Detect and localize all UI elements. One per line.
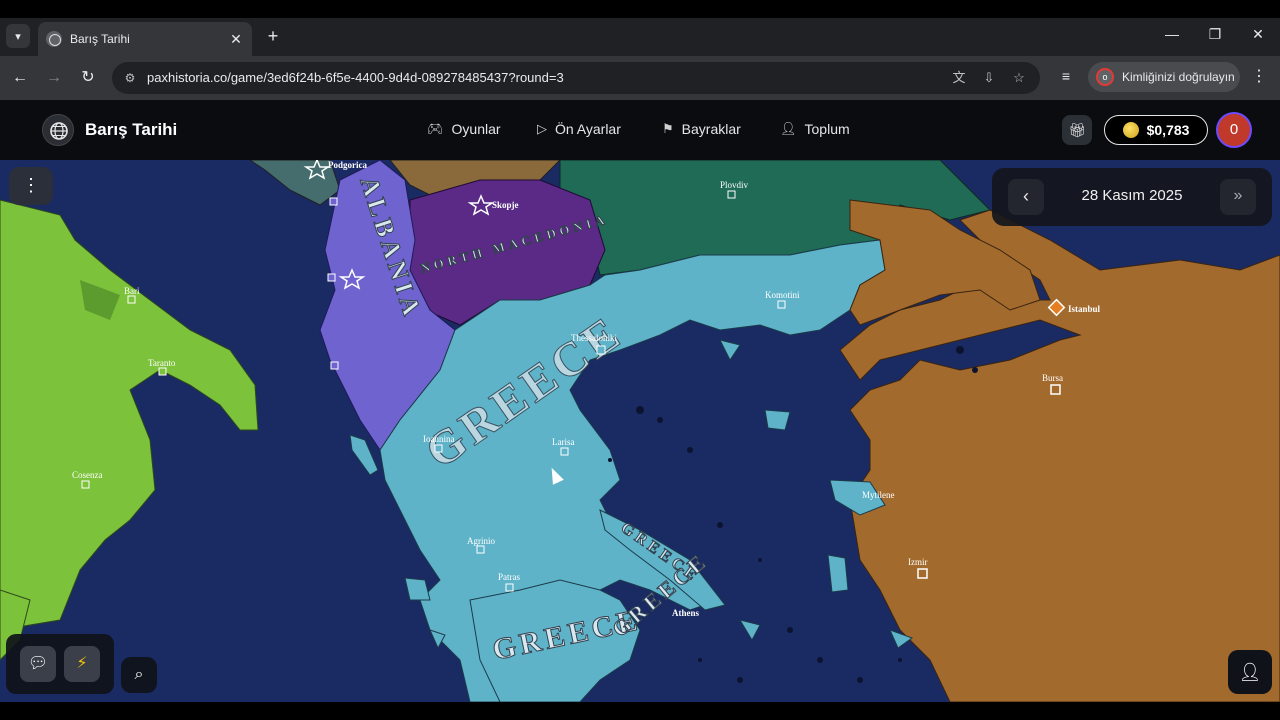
profile-avatar-icon: o bbox=[1096, 68, 1114, 86]
city-larisa: Larisa bbox=[552, 437, 575, 447]
media-queue-icon[interactable]: ≡ bbox=[1056, 68, 1076, 84]
city-cosenza: Cosenza bbox=[72, 470, 103, 480]
map-menu-icon[interactable]: ⋮ bbox=[9, 167, 53, 205]
nav-flags[interactable]: ⚑ Bayraklar bbox=[662, 121, 741, 137]
minimize-icon[interactable]: — bbox=[1160, 26, 1184, 42]
translate-icon[interactable]: 文 bbox=[949, 68, 969, 88]
city-ioannina: Ioannina bbox=[423, 434, 455, 444]
gift-icon[interactable]: 🎁︎ bbox=[1062, 115, 1092, 145]
nav-presets-label: Ön Ayarlar bbox=[555, 121, 621, 137]
chat-icon[interactable]: 💬︎ bbox=[20, 646, 56, 682]
browser-tabstrip: ▾ Barış Tarihi ✕ + — ❐ ✕ bbox=[0, 18, 1280, 56]
lightning-icon[interactable]: ⚡︎ bbox=[64, 646, 100, 682]
tab-title: Barış Tarihi bbox=[70, 32, 130, 46]
close-tab-icon[interactable]: ✕ bbox=[228, 31, 244, 48]
screen: ▾ Barış Tarihi ✕ + — ❐ ✕ ← → ↻ ⚙ paxhist… bbox=[0, 0, 1280, 720]
coin-icon bbox=[1122, 122, 1139, 138]
nav-games[interactable]: 🎮︎ Oyunlar bbox=[427, 121, 501, 137]
back-icon[interactable]: ← bbox=[8, 66, 32, 90]
nav-presets[interactable]: ▷ Ön Ayarlar bbox=[537, 121, 621, 137]
user-avatar-button[interactable]: 0 bbox=[1216, 112, 1252, 148]
balance-amount: $0,783 bbox=[1146, 122, 1190, 138]
city-agrinio: Agrinio bbox=[467, 536, 495, 546]
browser-toolbar: ← → ↻ ⚙ paxhistoria.co/game/3ed6f24b-6f5… bbox=[0, 56, 1280, 100]
nav-games-label: Oyunlar bbox=[451, 121, 501, 137]
people-icon[interactable]: 👤︎ bbox=[1228, 650, 1272, 694]
profile-label: Kimliğinizi doğrulayın bbox=[1122, 70, 1235, 84]
bookmark-star-icon[interactable]: ☆ bbox=[1009, 68, 1029, 88]
chios-island bbox=[827, 554, 849, 593]
bottom-toolbar: 💬︎ ⚡︎ bbox=[6, 634, 114, 694]
city-mytilene: Mytilene bbox=[862, 490, 895, 500]
city-bari: Bari bbox=[124, 286, 140, 296]
profile-button[interactable]: o Kimliğinizi doğrulayın bbox=[1088, 62, 1240, 92]
globe-logo-icon[interactable] bbox=[42, 114, 74, 146]
search-icon[interactable]: ⌕ bbox=[121, 657, 157, 693]
city-plovdiv: Plovdiv bbox=[720, 180, 749, 190]
date-panel: ‹ 28 Kasım 2025 » bbox=[992, 168, 1272, 226]
city-izmir: Izmir bbox=[908, 557, 928, 567]
site-info-icon[interactable]: ⚙ bbox=[120, 68, 140, 88]
install-app-icon[interactable]: ⇩ bbox=[979, 68, 999, 88]
capital-istanbul: Istanbul bbox=[1068, 304, 1101, 314]
new-tab-icon[interactable]: + bbox=[262, 26, 284, 48]
balance-pill[interactable]: $0,783 bbox=[1104, 115, 1208, 145]
play-icon: ▷ bbox=[537, 121, 547, 136]
tab-search-icon[interactable]: ▾ bbox=[6, 24, 30, 48]
globe-favicon-icon bbox=[46, 31, 62, 47]
city-bursa: Bursa bbox=[1042, 373, 1063, 383]
address-bar[interactable]: ⚙ paxhistoria.co/game/3ed6f24b-6f5e-4400… bbox=[112, 62, 1040, 94]
bottom-letterbox bbox=[0, 702, 1280, 720]
capital-athens: Athens bbox=[672, 608, 700, 618]
close-window-icon[interactable]: ✕ bbox=[1246, 26, 1270, 43]
current-date: 28 Kasım 2025 bbox=[1081, 187, 1183, 204]
forward-icon[interactable]: → bbox=[42, 66, 66, 90]
gamepad-icon: 🎮︎ bbox=[427, 121, 444, 136]
capital-podgorica: Podgorica bbox=[328, 160, 367, 170]
city-taranto: Taranto bbox=[148, 358, 176, 368]
game-map[interactable]: ALBANIA NORTH MACEDONIA GREECE GREECE GR… bbox=[0, 160, 1280, 702]
map-canvas[interactable]: ALBANIA NORTH MACEDONIA GREECE GREECE GR… bbox=[0, 160, 1280, 702]
top-letterbox bbox=[0, 0, 1280, 18]
chevron-left-icon[interactable]: ‹ bbox=[1008, 179, 1044, 215]
city-patras: Patras bbox=[498, 572, 520, 582]
capital-skopje: Skopje bbox=[492, 200, 519, 210]
nav-community[interactable]: 👤︎ Toplum bbox=[780, 121, 850, 137]
city-thessaloniki: Thessaloniki bbox=[571, 333, 617, 343]
lemnos-island bbox=[764, 409, 791, 431]
users-icon: 👤︎ bbox=[780, 121, 797, 136]
nav-community-label: Toplum bbox=[804, 121, 850, 137]
browser-tab[interactable]: Barış Tarihi ✕ bbox=[38, 22, 252, 56]
restore-icon[interactable]: ❐ bbox=[1203, 26, 1227, 43]
flag-icon: ⚑ bbox=[662, 121, 674, 136]
city-komotini: Komotini bbox=[765, 290, 800, 300]
nav-flags-label: Bayraklar bbox=[681, 121, 741, 137]
brand-title[interactable]: Barış Tarihi bbox=[85, 120, 177, 140]
fast-forward-icon[interactable]: » bbox=[1220, 179, 1256, 215]
url-text[interactable]: paxhistoria.co/game/3ed6f24b-6f5e-4400-9… bbox=[147, 70, 564, 85]
browser-menu-icon[interactable]: ⋮ bbox=[1250, 66, 1268, 86]
reload-icon[interactable]: ↻ bbox=[76, 66, 100, 90]
